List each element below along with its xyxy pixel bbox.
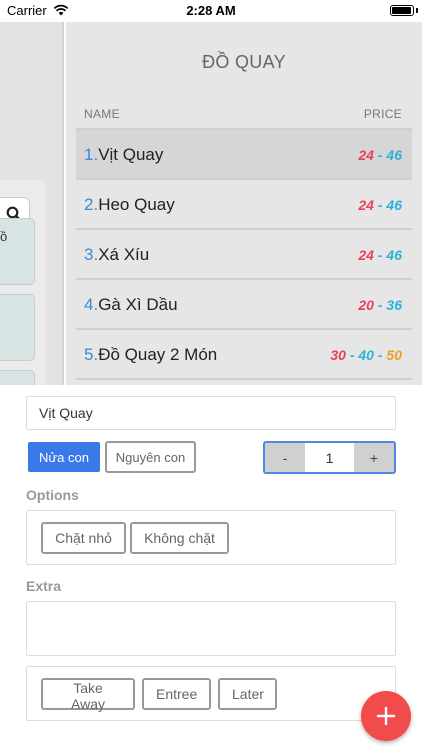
menu-item-name: 4.Gà Xì Dầu	[84, 295, 178, 315]
menu-item-price: 30 - 40 - 50	[330, 347, 402, 363]
menu-item-name: 5.Đồ Quay 2 Món	[84, 345, 217, 365]
left-pane: ồ	[0, 22, 64, 410]
later-button[interactable]: Later	[218, 678, 277, 710]
menu-item-name: 2.Heo Quay	[84, 195, 175, 215]
price-value: 24	[358, 197, 374, 213]
price-value: 46	[386, 247, 402, 263]
menu-row[interactable]: 5.Đồ Quay 2 Món 30 - 40 - 50	[76, 330, 412, 380]
item-detail-sheet: Nửa con Nguyên con - + Options Chặt nhỏ …	[0, 385, 422, 750]
clock: 2:28 AM	[186, 3, 236, 18]
price-separator: -	[373, 347, 387, 363]
take-away-button[interactable]: Take Away	[41, 678, 135, 712]
menu-item-number: 3.	[84, 245, 99, 264]
quantity-plus-button[interactable]: +	[354, 443, 394, 472]
price-value: 36	[386, 297, 402, 313]
menu-item-label: Xá Xíu	[98, 245, 150, 264]
menu-item-label: Đồ Quay 2 Món	[98, 345, 218, 364]
size-half-button[interactable]: Nửa con	[28, 442, 100, 472]
quantity-input[interactable]	[305, 443, 354, 472]
entree-button[interactable]: Entree	[142, 678, 211, 710]
price-separator: -	[373, 247, 387, 263]
menu-item-number: 2.	[84, 195, 99, 214]
menu-item-price: 24 - 46	[358, 197, 402, 213]
option-chip[interactable]: Chặt nhỏ	[41, 522, 126, 554]
menu-item-label: Gà Xì Dầu	[98, 295, 178, 314]
option-chip[interactable]: Không chặt	[130, 522, 229, 554]
status-bar: Carrier 2:28 AM	[0, 0, 422, 22]
extra-input[interactable]	[26, 601, 396, 656]
price-value: 20	[358, 297, 374, 313]
order-type-box: Take Away Entree Later	[26, 666, 396, 721]
price-value: 46	[386, 147, 402, 163]
menu-list: 1.Vịt Quay 24 - 46 2.Heo Quay 24 - 46 3.Xá X…	[76, 128, 412, 380]
left-tile-text: ồ	[0, 229, 8, 244]
column-header-name: NAME	[84, 107, 120, 121]
plus-icon	[376, 706, 396, 726]
menu-item-name: 1.Vịt Quay	[84, 145, 163, 165]
extra-label: Extra	[26, 578, 62, 594]
menu-item-price: 20 - 36	[358, 297, 402, 313]
price-separator: -	[345, 347, 359, 363]
menu-item-number: 5.	[84, 345, 99, 364]
battery-icon	[390, 5, 414, 16]
price-separator: -	[373, 197, 387, 213]
menu-item-name: 3.Xá Xíu	[84, 245, 149, 265]
quantity-minus-button[interactable]: -	[265, 443, 305, 472]
add-fab-button[interactable]	[361, 691, 411, 741]
menu-row[interactable]: 2.Heo Quay 24 - 46	[76, 180, 412, 230]
battery-tip	[416, 8, 418, 13]
menu-item-label: Heo Quay	[98, 195, 175, 214]
price-value: 46	[386, 197, 402, 213]
price-value: 24	[358, 247, 374, 263]
options-box: Chặt nhỏ Không chặt	[26, 510, 396, 565]
menu-item-number: 4.	[84, 295, 99, 314]
category-title: ĐỒ QUAY	[202, 52, 286, 72]
left-tile-1[interactable]: ồ	[0, 218, 35, 285]
options-label: Options	[26, 487, 79, 503]
price-separator: -	[373, 147, 387, 163]
menu-item-number: 1.	[84, 145, 99, 164]
menu-row[interactable]: 3.Xá Xíu 24 - 46	[76, 230, 412, 280]
price-separator: -	[373, 297, 387, 313]
size-whole-button[interactable]: Nguyên con	[105, 441, 196, 473]
left-tile-2[interactable]	[0, 294, 35, 361]
price-value: 24	[358, 147, 374, 163]
menu-item-price: 24 - 46	[358, 247, 402, 263]
price-value: 50	[386, 347, 402, 363]
column-header-price: PRICE	[363, 107, 402, 121]
price-value: 30	[330, 347, 346, 363]
menu-item-price: 24 - 46	[358, 147, 402, 163]
menu-row[interactable]: 4.Gà Xì Dầu 20 - 36	[76, 280, 412, 330]
price-value: 40	[358, 347, 374, 363]
menu-row[interactable]: 1.Vịt Quay 24 - 46	[76, 130, 412, 180]
menu-item-label: Vịt Quay	[98, 145, 164, 164]
quantity-stepper: - +	[263, 441, 396, 474]
menu-pane: ĐỒ QUAY NAME PRICE 1.Vịt Quay 24 - 46 2.He…	[66, 22, 422, 385]
item-name-field[interactable]	[26, 396, 396, 430]
